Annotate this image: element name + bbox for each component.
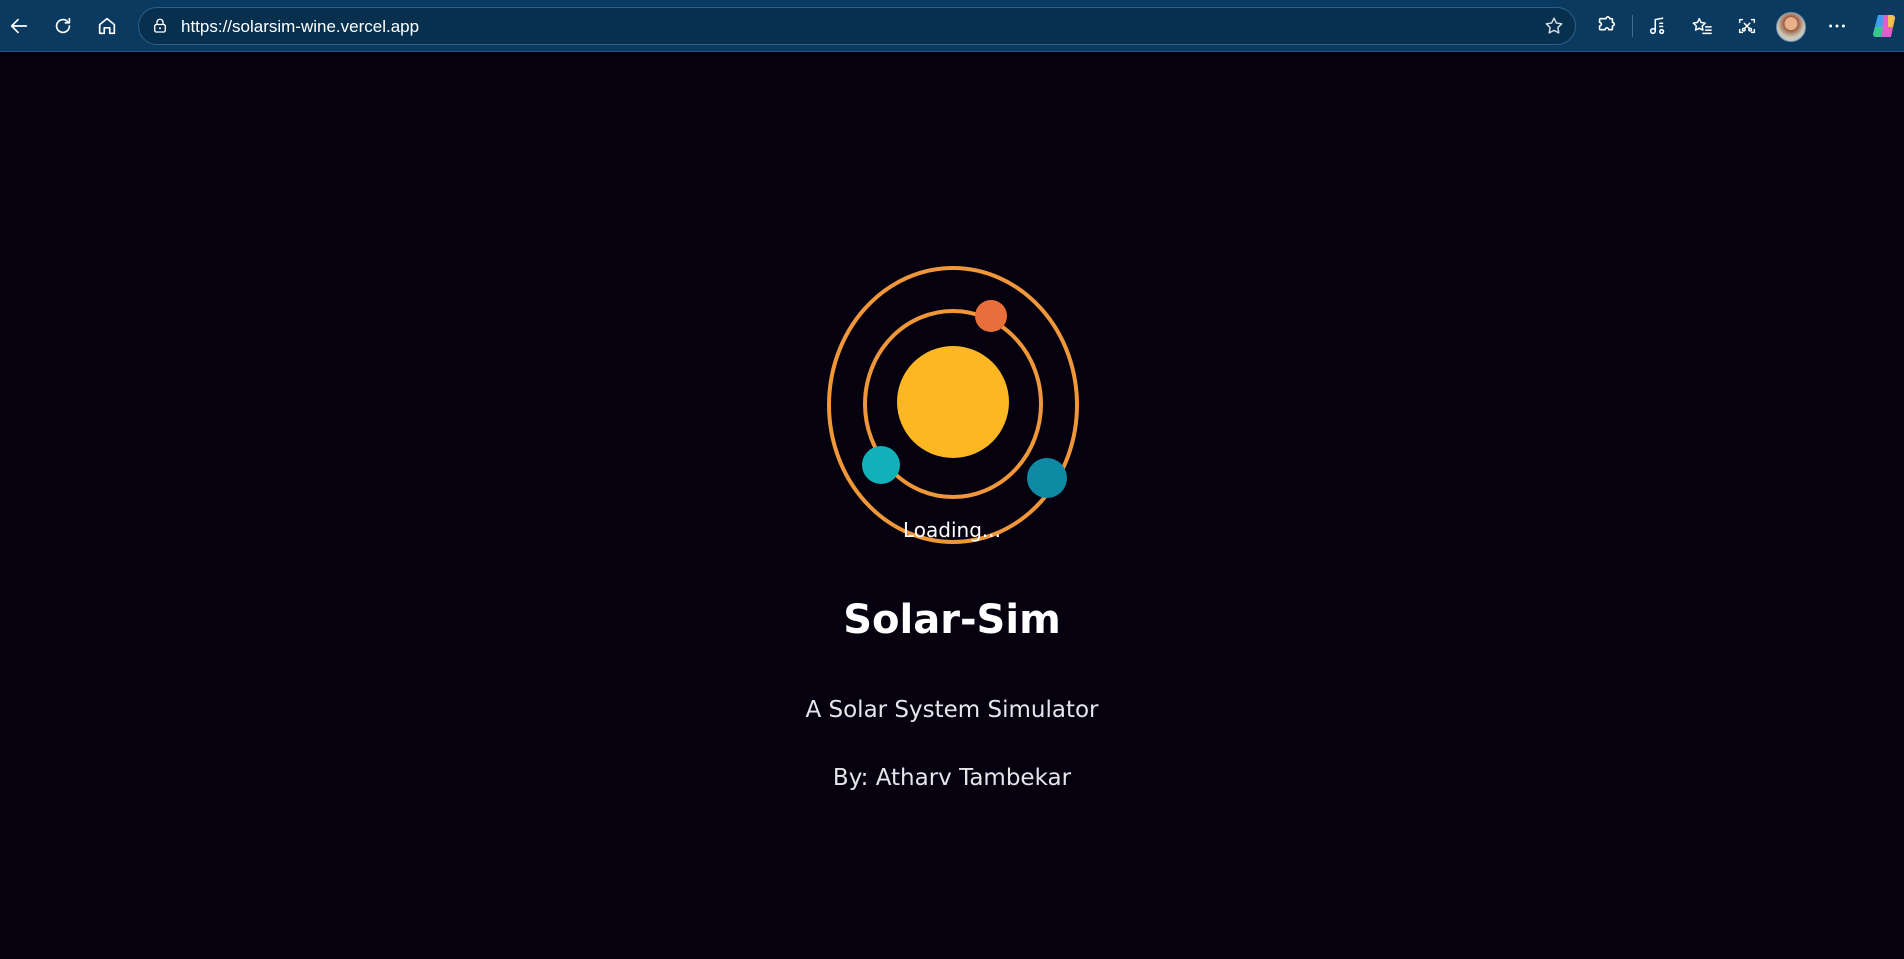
- page-subtitle: A Solar System Simulator: [805, 697, 1099, 723]
- url-text[interactable]: https://solarsim-wine.vercel.app: [181, 17, 419, 37]
- page-title: Solar-Sim: [843, 597, 1061, 643]
- favorites-button[interactable]: [1686, 10, 1718, 42]
- copilot-icon[interactable]: [1870, 11, 1900, 41]
- music-note-icon: [1649, 17, 1665, 35]
- address-bar[interactable]: https://solarsim-wine.vercel.app: [138, 7, 1576, 45]
- puzzle-icon: [1598, 16, 1616, 31]
- refresh-button[interactable]: [47, 10, 79, 42]
- lock-icon[interactable]: [151, 17, 169, 35]
- browser-toolbar: https://solarsim-wine.vercel.app: [0, 0, 1904, 52]
- home-button[interactable]: [91, 10, 123, 42]
- profile-avatar[interactable]: [1776, 12, 1806, 42]
- favorites-list-icon: [1692, 17, 1712, 35]
- more-dots-icon: [1829, 24, 1845, 28]
- page-content: Loading... Solar-Sim A Solar System Simu…: [0, 52, 1904, 959]
- planet-blue: [1027, 458, 1067, 498]
- loading-text: Loading...: [903, 518, 1001, 542]
- media-button[interactable]: [1642, 10, 1674, 42]
- more-button[interactable]: [1821, 10, 1853, 42]
- solar-system-loader-icon: [827, 266, 1079, 544]
- toolbar-separator: [1632, 15, 1633, 37]
- planet-teal: [862, 446, 900, 484]
- screenshot-icon: [1738, 18, 1756, 34]
- back-arrow-icon: [10, 18, 28, 34]
- author-credit: By: Atharv Tambekar: [832, 765, 1072, 791]
- planet-red: [975, 300, 1007, 332]
- sun: [897, 346, 1009, 458]
- screenshot-button[interactable]: [1731, 10, 1763, 42]
- home-icon: [98, 17, 116, 35]
- extensions-button[interactable]: [1590, 10, 1622, 42]
- back-button[interactable]: [3, 10, 35, 42]
- star-icon: [1545, 17, 1563, 34]
- refresh-icon: [55, 17, 71, 34]
- favorite-button[interactable]: [1541, 13, 1567, 39]
